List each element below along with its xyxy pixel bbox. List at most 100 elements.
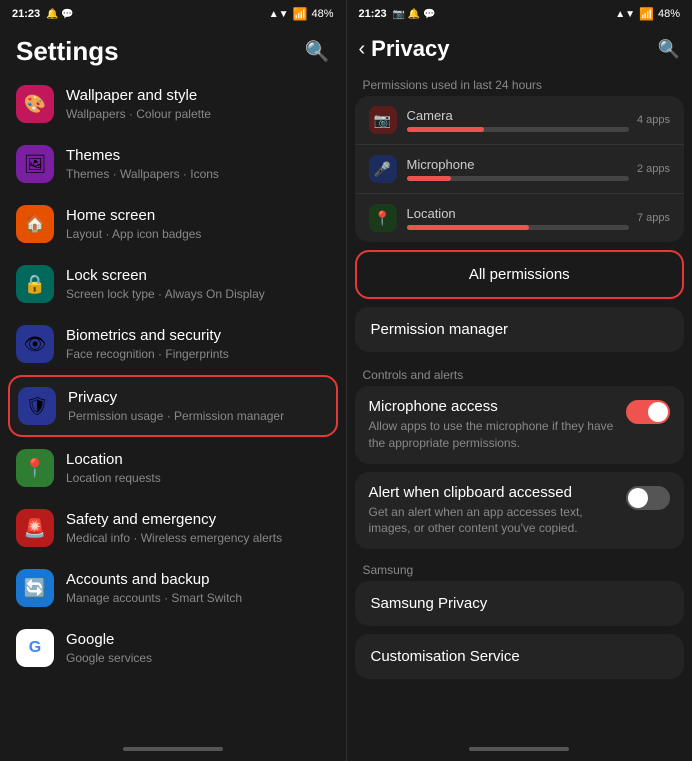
mic-perm-name: Microphone <box>407 157 629 172</box>
permissions-section-label: Permissions used in last 24 hours <box>355 70 685 96</box>
wallpaper-icon: 🎨 <box>16 85 54 123</box>
settings-item-wallpaper[interactable]: 🎨 Wallpaper and style Wallpapers · Colou… <box>8 75 338 133</box>
location-title: Location <box>66 451 330 469</box>
mic-perm-icon: 🎤 <box>369 155 397 183</box>
settings-search-icon[interactable]: 🔍 <box>305 39 330 64</box>
privacy-icon: 🛡 <box>18 387 56 425</box>
all-permissions-label: All permissions <box>469 266 570 283</box>
settings-item-location[interactable]: 📍 Location Location requests <box>8 439 338 497</box>
settings-header: Settings 🔍 <box>0 28 346 75</box>
camera-bar-bg <box>407 127 629 132</box>
settings-item-home[interactable]: 🏠 Home screen Layout · App icon badges <box>8 195 338 253</box>
settings-title: Settings <box>16 36 119 67</box>
clipboard-subtitle: Get an alert when an app accesses text, … <box>369 504 619 538</box>
time-right: 21:23 <box>359 8 387 20</box>
controls-section-label: Controls and alerts <box>355 360 685 386</box>
privacy-page-title: Privacy <box>371 36 449 62</box>
themes-icon: 🖼 <box>16 145 54 183</box>
status-bar-left: 21:23 🔔 💬 ▲▼ 📶 48% <box>0 0 346 28</box>
signal-right: ▲▼ <box>615 9 635 20</box>
camera-count: 4 apps <box>637 114 670 126</box>
perm-item-location[interactable]: 📍 Location 7 apps <box>355 194 685 242</box>
loc-bar-fill <box>407 225 529 230</box>
loc-perm-icon: 📍 <box>369 204 397 232</box>
loc-bar-bg <box>407 225 629 230</box>
samsung-section-label: Samsung <box>355 557 685 581</box>
themes-title: Themes <box>66 147 330 165</box>
clipboard-toggle[interactable] <box>626 486 670 510</box>
safety-icon: 🚨 <box>16 509 54 547</box>
privacy-panel: 21:23 📷 🔔 💬 ▲▼ 📶 48% ‹ Privacy 🔍 Permiss… <box>347 0 692 761</box>
customisation-title: Customisation Service <box>371 648 669 665</box>
accounts-subtitle: Manage accounts · Smart Switch <box>66 591 330 605</box>
loc-count: 7 apps <box>637 212 670 224</box>
settings-item-lock[interactable]: 🔒 Lock screen Screen lock type · Always … <box>8 255 338 313</box>
wifi-right: 📶 <box>639 7 654 21</box>
permission-manager-row[interactable]: Permission manager <box>355 307 685 352</box>
clipboard-title: Alert when clipboard accessed <box>369 484 619 501</box>
settings-item-privacy[interactable]: 🛡 Privacy Permission usage · Permission … <box>8 375 338 437</box>
mic-access-title: Microphone access <box>369 398 619 415</box>
home-title: Home screen <box>66 207 330 225</box>
settings-item-themes[interactable]: 🖼 Themes Themes · Wallpapers · Icons <box>8 135 338 193</box>
nav-bar-right <box>347 741 692 761</box>
status-bar-right: 21:23 📷 🔔 💬 ▲▼ 📶 48% <box>347 0 692 28</box>
perm-item-camera[interactable]: 📷 Camera 4 apps <box>355 96 685 145</box>
themes-subtitle: Themes · Wallpapers · Icons <box>66 167 330 181</box>
settings-item-accounts[interactable]: 🔄 Accounts and backup Manage accounts · … <box>8 559 338 617</box>
privacy-content: Permissions used in last 24 hours 📷 Came… <box>347 70 692 741</box>
mic-access-toggle[interactable] <box>626 400 670 424</box>
permissions-card: 📷 Camera 4 apps 🎤 Microphone <box>355 96 685 242</box>
settings-item-google[interactable]: G Google Google services <box>8 619 338 677</box>
biometrics-icon: 👁 <box>16 325 54 363</box>
mic-bar-fill <box>407 176 451 181</box>
mic-access-card: Microphone access Allow apps to use the … <box>355 386 685 464</box>
camera-perm-name: Camera <box>407 108 629 123</box>
home-subtitle: Layout · App icon badges <box>66 227 330 241</box>
wallpaper-title: Wallpaper and style <box>66 87 330 105</box>
safety-subtitle: Medical info · Wireless emergency alerts <box>66 531 330 545</box>
wallpaper-subtitle: Wallpapers · Colour palette <box>66 107 330 121</box>
all-permissions-button[interactable]: All permissions <box>355 250 685 299</box>
location-icon: 📍 <box>16 449 54 487</box>
privacy-subtitle: Permission usage · Permission manager <box>68 409 328 423</box>
home-icon: 🏠 <box>16 205 54 243</box>
privacy-title: Privacy <box>68 389 328 407</box>
mic-access-subtitle: Allow apps to use the microphone if they… <box>369 418 619 452</box>
google-icon: G <box>16 629 54 667</box>
biometrics-subtitle: Face recognition · Fingerprints <box>66 347 330 361</box>
mic-access-knob <box>648 402 668 422</box>
settings-panel: 21:23 🔔 💬 ▲▼ 📶 48% Settings 🔍 🎨 Wallpape… <box>0 0 346 761</box>
lock-title: Lock screen <box>66 267 330 285</box>
settings-item-safety[interactable]: 🚨 Safety and emergency Medical info · Wi… <box>8 499 338 557</box>
loc-perm-name: Location <box>407 206 629 221</box>
google-title: Google <box>66 631 330 649</box>
safety-title: Safety and emergency <box>66 511 330 529</box>
settings-list: 🎨 Wallpaper and style Wallpapers · Colou… <box>0 75 346 741</box>
biometrics-title: Biometrics and security <box>66 327 330 345</box>
nav-indicator-left <box>123 747 223 751</box>
mic-count: 2 apps <box>637 163 670 175</box>
lock-subtitle: Screen lock type · Always On Display <box>66 287 330 301</box>
nav-indicator-right <box>469 747 569 751</box>
nav-bar-left <box>0 741 346 761</box>
permission-manager-title: Permission manager <box>371 321 669 338</box>
clipboard-card: Alert when clipboard accessed Get an ale… <box>355 472 685 550</box>
wifi-left: 📶 <box>293 7 308 21</box>
samsung-privacy-title: Samsung Privacy <box>371 595 669 612</box>
accounts-title: Accounts and backup <box>66 571 330 589</box>
privacy-header: ‹ Privacy 🔍 <box>347 28 692 70</box>
battery-left: 48% <box>311 8 333 20</box>
battery-right: 48% <box>658 8 680 20</box>
customisation-row[interactable]: Customisation Service <box>355 634 685 679</box>
accounts-icon: 🔄 <box>16 569 54 607</box>
camera-bar-fill <box>407 127 485 132</box>
location-subtitle: Location requests <box>66 471 330 485</box>
settings-item-biometrics[interactable]: 👁 Biometrics and security Face recogniti… <box>8 315 338 373</box>
notif-icons-right: 📷 🔔 💬 <box>393 9 436 20</box>
privacy-search-icon[interactable]: 🔍 <box>658 39 680 60</box>
perm-item-microphone[interactable]: 🎤 Microphone 2 apps <box>355 145 685 194</box>
samsung-privacy-row[interactable]: Samsung Privacy <box>355 581 685 626</box>
back-icon[interactable]: ‹ <box>359 38 366 61</box>
mic-bar-bg <box>407 176 629 181</box>
